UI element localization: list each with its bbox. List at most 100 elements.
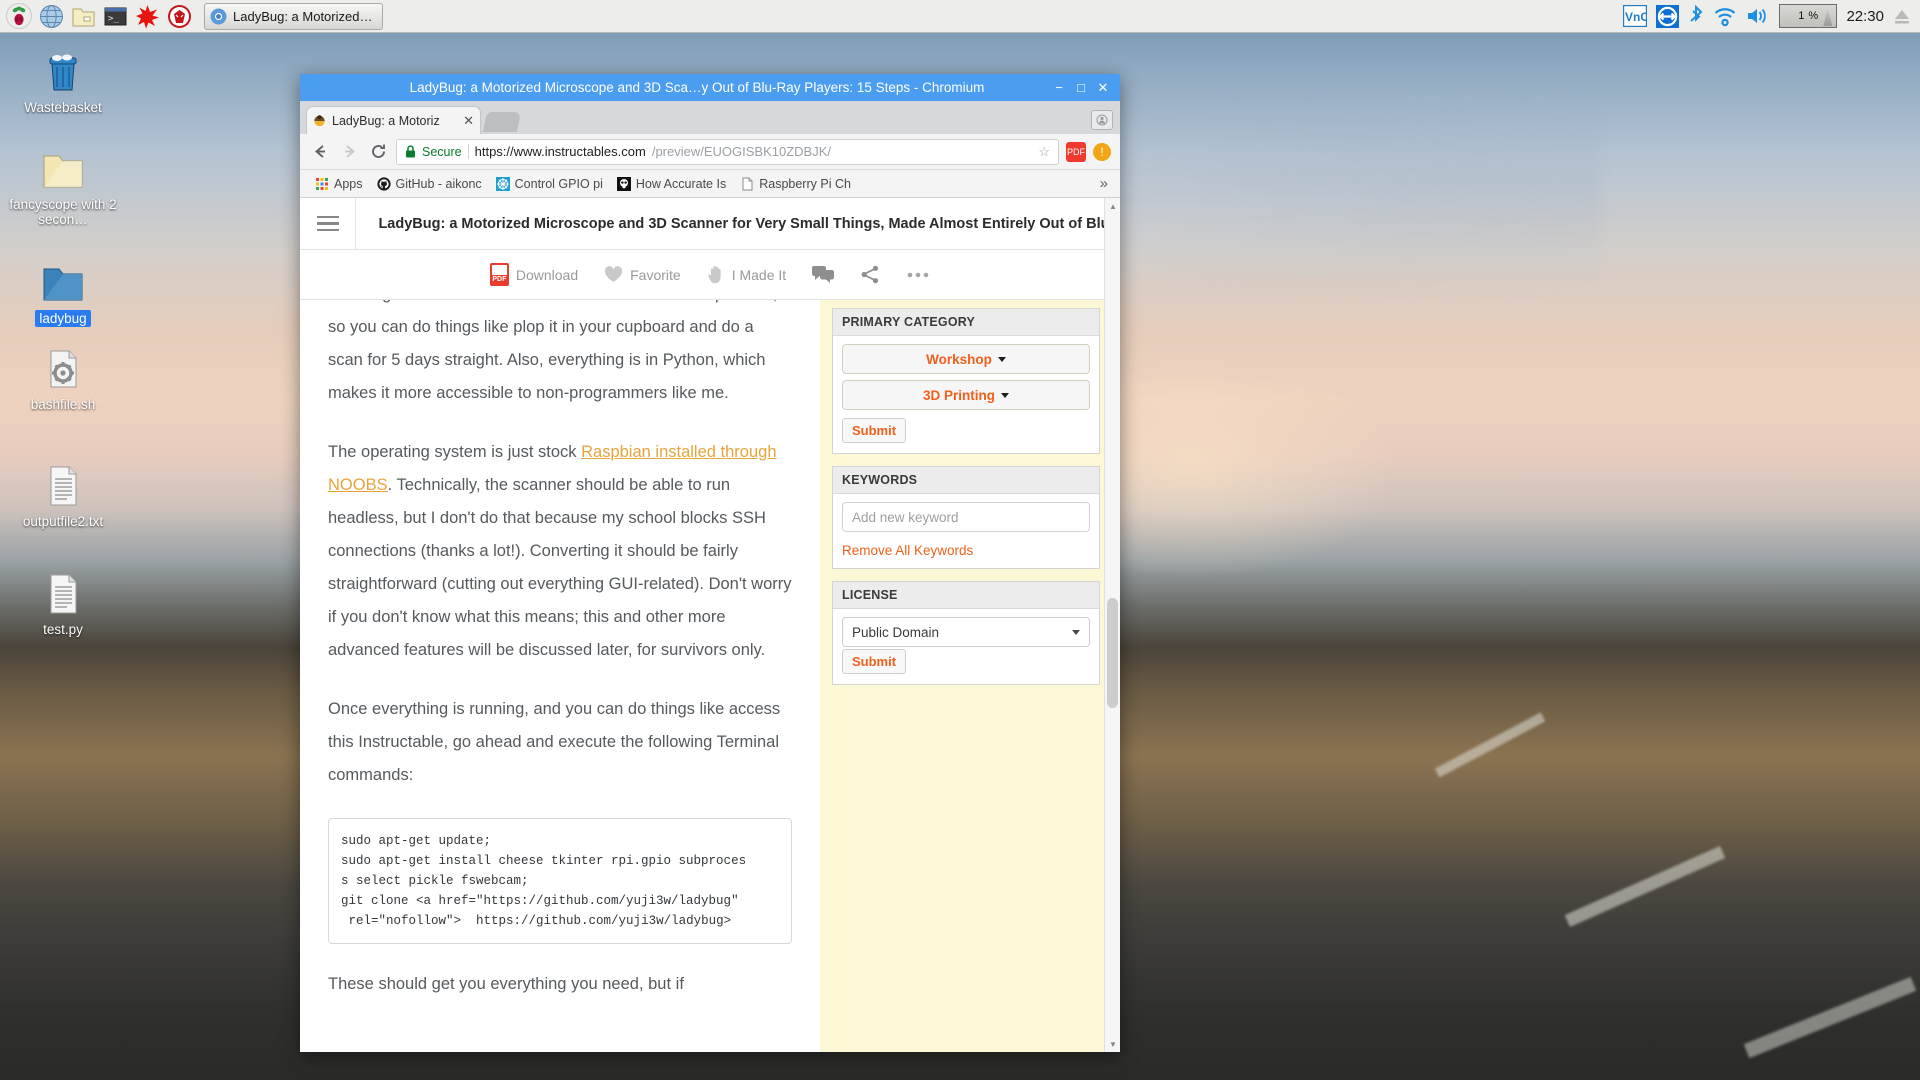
browser-tab[interactable]: LadyBug: a Motoriz ✕: [306, 106, 481, 134]
scroll-down-arrow[interactable]: ▼: [1105, 1036, 1120, 1052]
raspberry-menu-icon[interactable]: [4, 1, 34, 31]
heart-icon: [605, 266, 623, 282]
volume-icon[interactable]: [1746, 5, 1770, 27]
teamviewer-icon[interactable]: [1656, 4, 1680, 28]
omnibox-divider: [467, 144, 469, 159]
hamburger-menu-icon[interactable]: [300, 198, 357, 249]
desktop-icon-ladybug[interactable]: ladybug: [8, 258, 118, 327]
category-submit-button[interactable]: Submit: [842, 418, 907, 443]
favorite-button[interactable]: Favorite: [604, 266, 681, 283]
file-manager-icon[interactable]: [68, 1, 98, 31]
new-tab-button[interactable]: [482, 112, 522, 132]
bookmarks-overflow-button[interactable]: »: [1100, 175, 1110, 192]
mathematica-icon[interactable]: [132, 1, 162, 31]
desktop-icon-label: test.py: [43, 622, 83, 637]
lock-icon: [406, 145, 415, 158]
web-browser-icon[interactable]: [36, 1, 66, 31]
pdf-icon: PDF: [489, 263, 509, 286]
wallpaper-road-marking: [1743, 976, 1917, 1059]
desktop-icon-testpy[interactable]: test.py: [8, 570, 118, 637]
license-select[interactable]: Public Domain: [842, 617, 1090, 647]
bookmark-control-gpio[interactable]: Control GPIO pi: [491, 175, 608, 193]
terminal-code-block: sudo apt-get update; sudo apt-get instal…: [328, 818, 792, 944]
download-button[interactable]: PDF Download: [489, 263, 579, 286]
bluetooth-icon[interactable]: [1688, 4, 1704, 28]
tab-strip: LadyBug: a Motoriz ✕: [300, 101, 1120, 134]
panel-title: KEYWORDS: [833, 467, 1099, 494]
cpu-monitor[interactable]: 1 %: [1779, 4, 1838, 28]
pdf-extension-icon[interactable]: PDF: [1066, 141, 1086, 162]
bookmark-how-accurate[interactable]: How Accurate Is: [612, 175, 731, 193]
bookmark-apps[interactable]: Apps: [310, 175, 368, 193]
terminal-icon[interactable]: >_: [100, 1, 130, 31]
trash-icon: [49, 54, 77, 91]
desktop-icon-label: Wastebasket: [24, 100, 102, 115]
chromium-icon: [210, 8, 227, 24]
eject-icon[interactable]: [1893, 7, 1911, 25]
bookmark-raspberry-pi[interactable]: Raspberry Pi Ch: [735, 175, 856, 193]
minimize-button[interactable]: −: [1048, 77, 1070, 99]
maximize-button[interactable]: □: [1070, 77, 1092, 99]
primary-category-panel: PRIMARY CATEGORY Workshop 3D Printing Su…: [832, 308, 1100, 454]
hand-icon: [707, 266, 721, 284]
window-titlebar[interactable]: LadyBug: a Motorized Microscope and 3D S…: [300, 74, 1120, 101]
desktop-icon-bashfile[interactable]: bashfile.sh: [8, 345, 118, 412]
svg-text:>_: >_: [108, 14, 119, 24]
omnibox-row: Secure https://www.instructables.com/pre…: [300, 134, 1120, 170]
taskbar-window-label: LadyBug: a Motorized…: [233, 8, 373, 24]
wifi-icon[interactable]: [1713, 5, 1737, 27]
browser-scrollbar-thumb[interactable]: [1107, 598, 1118, 708]
bookmark-star-icon[interactable]: ☆: [1038, 144, 1050, 160]
close-button[interactable]: ✕: [1092, 77, 1114, 99]
folder-icon: [43, 155, 83, 188]
svg-text:VnC: VnC: [1625, 10, 1647, 24]
desktop-icon-outputfile2[interactable]: outputfile2.txt: [8, 462, 118, 529]
cpu-usage-label: 1 %: [1798, 10, 1819, 22]
i-made-it-button[interactable]: I Made It: [707, 265, 786, 284]
address-bar[interactable]: Secure https://www.instructables.com/pre…: [396, 138, 1059, 165]
action-label: Favorite: [630, 266, 681, 283]
keywords-panel: KEYWORDS Add new keyword Remove All Keyw…: [832, 466, 1100, 569]
bookmark-github[interactable]: GitHub - aikonc: [372, 175, 487, 193]
category-workshop-dropdown[interactable]: Workshop: [842, 344, 1090, 374]
desktop-icon-fancyscope[interactable]: fancyscope with 2 secon…: [8, 145, 118, 227]
article-paragraph: Once everything is running, and you can …: [328, 700, 781, 784]
vnc-icon[interactable]: VnC: [1623, 5, 1648, 27]
page-viewport: LadyBug: a Motorized Microscope and 3D S…: [300, 198, 1120, 1052]
article-column: the thing that moves the motors takes an…: [300, 300, 820, 1052]
clock[interactable]: 22:30: [1846, 8, 1884, 25]
more-options-button[interactable]: [906, 271, 930, 279]
update-alert-icon[interactable]: !: [1093, 142, 1111, 161]
action-label: Download: [515, 266, 579, 283]
desktop-icon-label: fancyscope with 2 secon…: [9, 197, 117, 227]
panel-title: PRIMARY CATEGORY: [833, 309, 1099, 336]
desktop-icon-wastebasket[interactable]: Wastebasket: [8, 48, 118, 115]
tabstrip-badge[interactable]: [1091, 110, 1113, 130]
taskbar-window-list: LadyBug: a Motorized…: [204, 2, 384, 30]
taskbar-window-chromium[interactable]: LadyBug: a Motorized…: [204, 2, 384, 30]
browser-scrollbar[interactable]: ▲ ▼: [1104, 198, 1120, 1052]
article-paragraph: These should get you everything you need…: [328, 975, 684, 993]
license-value: Public Domain: [852, 624, 940, 640]
wolfram-icon[interactable]: [164, 1, 194, 31]
remove-all-keywords-link[interactable]: Remove All Keywords: [842, 543, 1090, 558]
page-title: LadyBug: a Motorized Microscope and 3D S…: [378, 215, 1120, 232]
taskbar-launchers: >_: [0, 1, 194, 31]
article-paragraph: The operating system is just stock Raspb…: [328, 436, 792, 667]
scroll-up-arrow[interactable]: ▲: [1105, 198, 1120, 214]
github-icon: [376, 176, 391, 191]
comments-button[interactable]: [812, 265, 835, 284]
license-submit-button[interactable]: Submit: [842, 649, 907, 674]
reload-button[interactable]: [367, 141, 389, 163]
keyword-input[interactable]: Add new keyword: [842, 502, 1090, 532]
category-3d-printing-dropdown[interactable]: 3D Printing: [842, 380, 1090, 410]
license-panel: LICENSE Public Domain Submit: [832, 581, 1100, 685]
wallpaper-road-marking: [1434, 712, 1546, 778]
action-bar: PDF Download Favorite I Made It: [300, 250, 1120, 300]
back-button[interactable]: [309, 141, 331, 163]
taskbar: >_ LadyBug: a Motorized… VnC 1 % 22:30: [0, 0, 1920, 33]
tab-close-icon[interactable]: ✕: [463, 113, 474, 129]
share-button[interactable]: [860, 265, 880, 284]
forward-button[interactable]: [338, 141, 360, 163]
action-label: I Made It: [731, 266, 787, 283]
